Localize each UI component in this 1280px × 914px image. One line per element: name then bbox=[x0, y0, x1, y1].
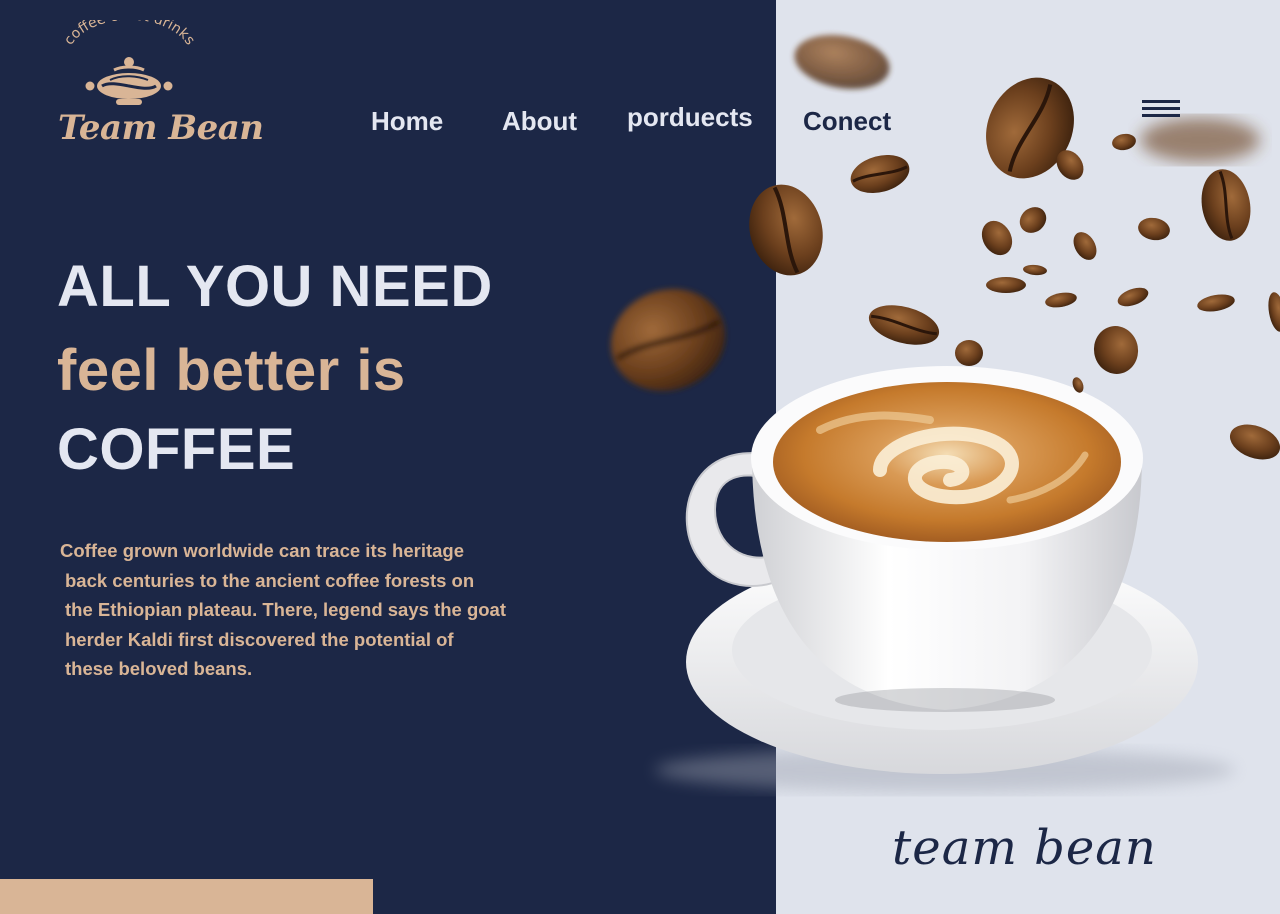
team-bean-signature: team bean bbox=[892, 820, 1157, 876]
description-line: these beloved beans. bbox=[65, 658, 253, 679]
hero-headline-line-2: feel better is bbox=[57, 338, 406, 403]
accent-bar bbox=[0, 879, 373, 914]
hero-headline-line-1: ALL YOU NEED bbox=[57, 254, 493, 319]
team-bean-logo[interactable]: coffee & hot drinks Team Bean bbox=[52, 20, 264, 155]
svg-text:coffee & hot drinks: coffee & hot drinks bbox=[61, 20, 198, 48]
brand-name: Team Bean bbox=[58, 108, 264, 148]
description-line: back centuries to the ancient coffee for… bbox=[65, 569, 475, 591]
logo-emblem-icon: coffee & hot drinks bbox=[61, 20, 198, 105]
nav-about-link[interactable]: About bbox=[502, 106, 577, 137]
hero-description: Coffee grown worldwide can trace its her… bbox=[60, 536, 580, 684]
hamburger-menu-icon[interactable] bbox=[1142, 100, 1180, 122]
description-line: Coffee grown worldwide can trace its her… bbox=[60, 540, 465, 561]
nav-products-link[interactable]: porduects bbox=[627, 102, 753, 133]
description-line: herder Kaldi first discovered the potent… bbox=[65, 628, 454, 650]
right-light-panel bbox=[776, 0, 1280, 914]
nav-connect-link[interactable]: Conect bbox=[803, 106, 891, 137]
description-line: the Ethiopian plateau. There, legend say… bbox=[65, 599, 507, 620]
nav-home-link[interactable]: Home bbox=[371, 106, 443, 137]
hero-headline-line-3: COFFEE bbox=[57, 417, 296, 482]
